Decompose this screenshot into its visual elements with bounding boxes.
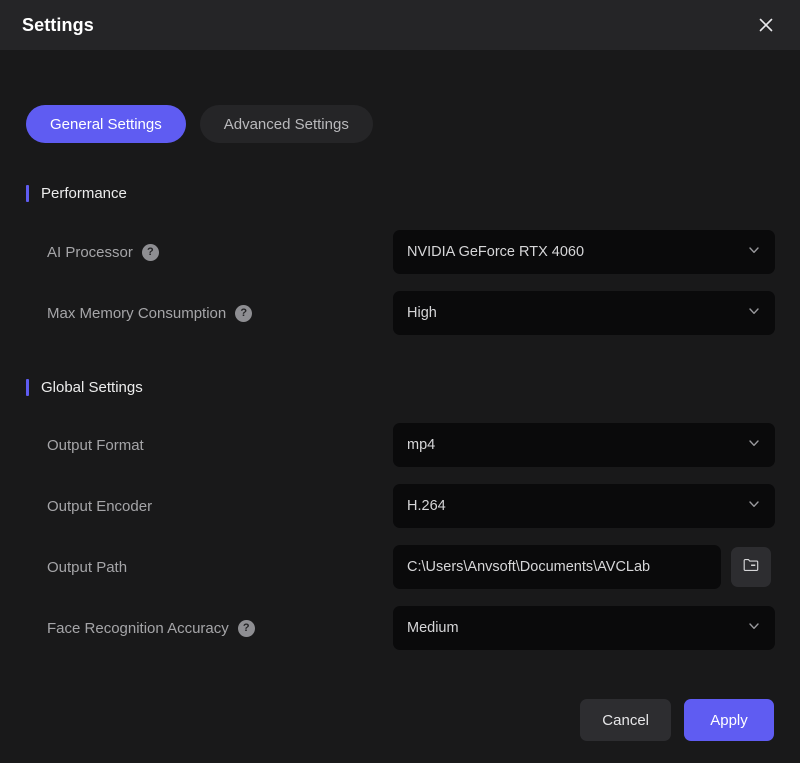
dropdown-ai-processor[interactable]: NVIDIA GeForce RTX 4060 [393,230,775,274]
output-path-input[interactable]: C:\Users\Anvsoft\Documents\AVCLab [393,545,721,589]
row-label-ai-processor: AI Processor ? [26,243,393,261]
control-max-memory-consumption: High [393,291,775,335]
row-output-format: Output Format mp4 [26,423,775,467]
chevron-down-icon [747,497,761,516]
control-output-path: C:\Users\Anvsoft\Documents\AVCLab [393,545,771,589]
section-global-settings: Global Settings Output Format mp4 Output… [26,377,775,650]
dropdown-value-face-recognition-accuracy: Medium [407,620,459,636]
row-output-path: Output Path C:\Users\Anvsoft\Documents\A… [26,545,774,589]
row-ai-processor: AI Processor ? NVIDIA GeForce RTX 4060 [26,230,775,274]
folder-icon [742,556,760,579]
browse-folder-button[interactable] [731,547,771,587]
section-header-performance: Performance [26,183,774,203]
control-output-format: mp4 [393,423,775,467]
row-max-memory-consumption: Max Memory Consumption ? High [26,291,775,335]
close-button[interactable] [750,9,782,41]
tab-advanced-settings[interactable]: Advanced Settings [199,105,373,143]
help-icon-ai-processor[interactable]: ? [141,243,159,261]
tab-advanced-settings-label: Advanced Settings [223,115,349,133]
row-output-encoder: Output Encoder H.264 [26,484,775,528]
label-face-recognition-accuracy: Face Recognition Accuracy [47,619,229,637]
dropdown-face-recognition-accuracy[interactable]: Medium [393,606,775,650]
dialog-title: Settings [22,14,94,35]
control-ai-processor: NVIDIA GeForce RTX 4060 [393,230,775,274]
label-output-path: Output Path [47,558,128,576]
help-icon-face-recognition-accuracy[interactable]: ? [237,619,255,637]
chevron-down-icon [747,304,761,323]
section-performance: Performance AI Processor ? NVIDIA GeForc… [26,183,775,335]
title-bar: Settings [0,0,800,50]
tab-general-settings[interactable]: General Settings [26,105,186,143]
label-max-memory-consumption: Max Memory Consumption [47,304,227,322]
settings-dialog: Settings General Settings Advanced Setti… [0,0,800,763]
section-title-global-settings: Global Settings [41,378,143,396]
dropdown-max-memory-consumption[interactable]: High [393,291,775,335]
apply-button[interactable]: Apply [684,699,774,741]
cancel-button[interactable]: Cancel [580,699,671,741]
help-icon-max-memory-consumption[interactable]: ? [235,304,253,322]
row-face-recognition-accuracy: Face Recognition Accuracy ? Medium [26,606,775,650]
dialog-body: General Settings Advanced Settings Perfo… [0,50,800,763]
section-title-performance: Performance [41,184,127,202]
section-accent-bar [26,184,29,202]
row-label-output-path: Output Path [26,559,393,576]
section-header-global-settings: Global Settings [26,377,774,397]
chevron-down-icon [747,243,761,262]
row-label-output-format: Output Format [26,437,393,454]
control-face-recognition-accuracy: Medium [393,606,775,650]
dialog-footer: Cancel Apply [580,699,774,741]
close-icon [758,17,774,33]
label-ai-processor: AI Processor [47,243,133,261]
output-path-value: C:\Users\Anvsoft\Documents\AVCLab [407,559,651,575]
label-output-format: Output Format [47,436,144,454]
control-output-encoder: H.264 [393,484,775,528]
row-label-output-encoder: Output Encoder [26,498,393,515]
dropdown-output-format[interactable]: mp4 [393,423,775,467]
tab-general-settings-label: General Settings [50,115,162,133]
section-accent-bar [26,378,29,396]
settings-tabs: General Settings Advanced Settings [26,50,774,143]
dropdown-value-output-format: mp4 [407,437,436,453]
row-label-face-recognition-accuracy: Face Recognition Accuracy ? [26,619,393,637]
chevron-down-icon [747,436,761,455]
dropdown-output-encoder[interactable]: H.264 [393,484,775,528]
row-label-max-memory-consumption: Max Memory Consumption ? [26,304,393,322]
dropdown-value-output-encoder: H.264 [407,498,446,514]
dropdown-value-max-memory-consumption: High [407,305,437,321]
label-output-encoder: Output Encoder [47,497,153,515]
chevron-down-icon [747,619,761,638]
dropdown-value-ai-processor: NVIDIA GeForce RTX 4060 [407,244,585,260]
